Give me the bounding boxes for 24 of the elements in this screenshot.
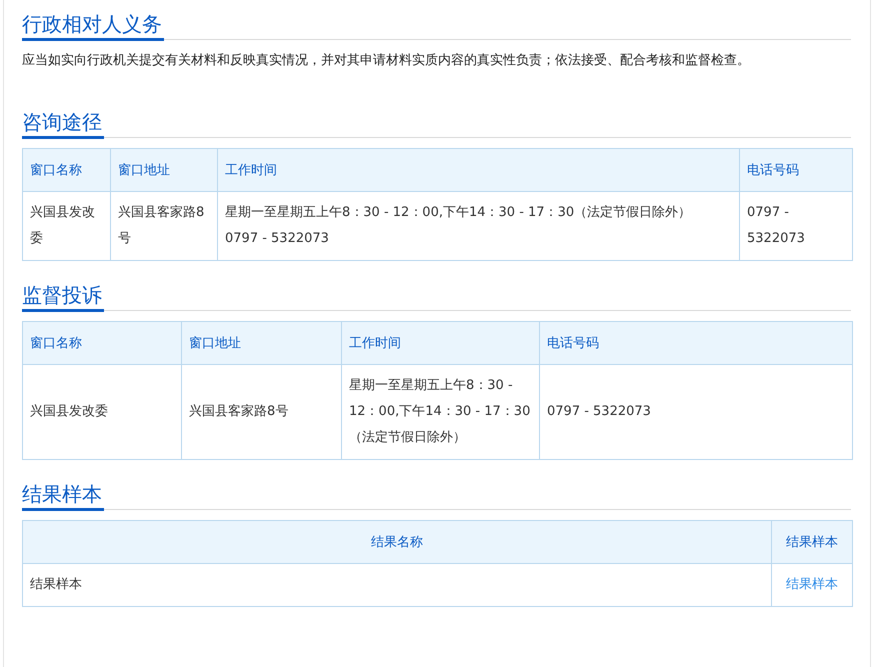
table-cell: 兴国县客家路8号	[110, 192, 218, 260]
column-header: 结果名称	[22, 520, 772, 564]
table-cell: 兴国县客家路8号	[182, 364, 342, 460]
table-cell: 兴国县发改委	[22, 192, 110, 260]
column-header: 电话号码	[540, 322, 852, 364]
table-cell: 兴国县发改委	[22, 364, 182, 460]
table-cell: 星期一至星期五上午8：30 - 12：00,下午14：30 - 17：30（法定节假日除外） 0797 - 5322073	[218, 192, 740, 260]
table-cell: 0797 - 5322073	[540, 364, 852, 460]
column-header: 工作时间	[218, 148, 740, 192]
table-cell: 0797 - 5322073	[740, 192, 852, 260]
column-header: 结果样本	[772, 520, 852, 564]
table-cell: 星期一至星期五上午8：30 - 12：00,下午14：30 - 17：30（法定节假日除外）	[342, 364, 540, 460]
column-header: 窗口地址	[182, 322, 342, 364]
section-title: 行政相对人义务	[22, 10, 164, 41]
column-header: 工作时间	[342, 322, 540, 364]
duty-paragraph: 应当如实向行政机关提交有关材料和反映真实情况，并对其申请材料实质内容的真实性负责；依法接受、配合考核和监督检查。	[22, 52, 751, 70]
section-title: 咨询途径	[22, 108, 104, 139]
column-header: 窗口名称	[22, 148, 110, 192]
column-header: 窗口名称	[22, 322, 182, 364]
column-header: 窗口地址	[110, 148, 218, 192]
section-title: 监督投诉	[22, 281, 104, 312]
table-cell: 结果样本	[22, 564, 772, 606]
section-title: 结果样本	[22, 480, 104, 511]
column-header: 电话号码	[740, 148, 852, 192]
